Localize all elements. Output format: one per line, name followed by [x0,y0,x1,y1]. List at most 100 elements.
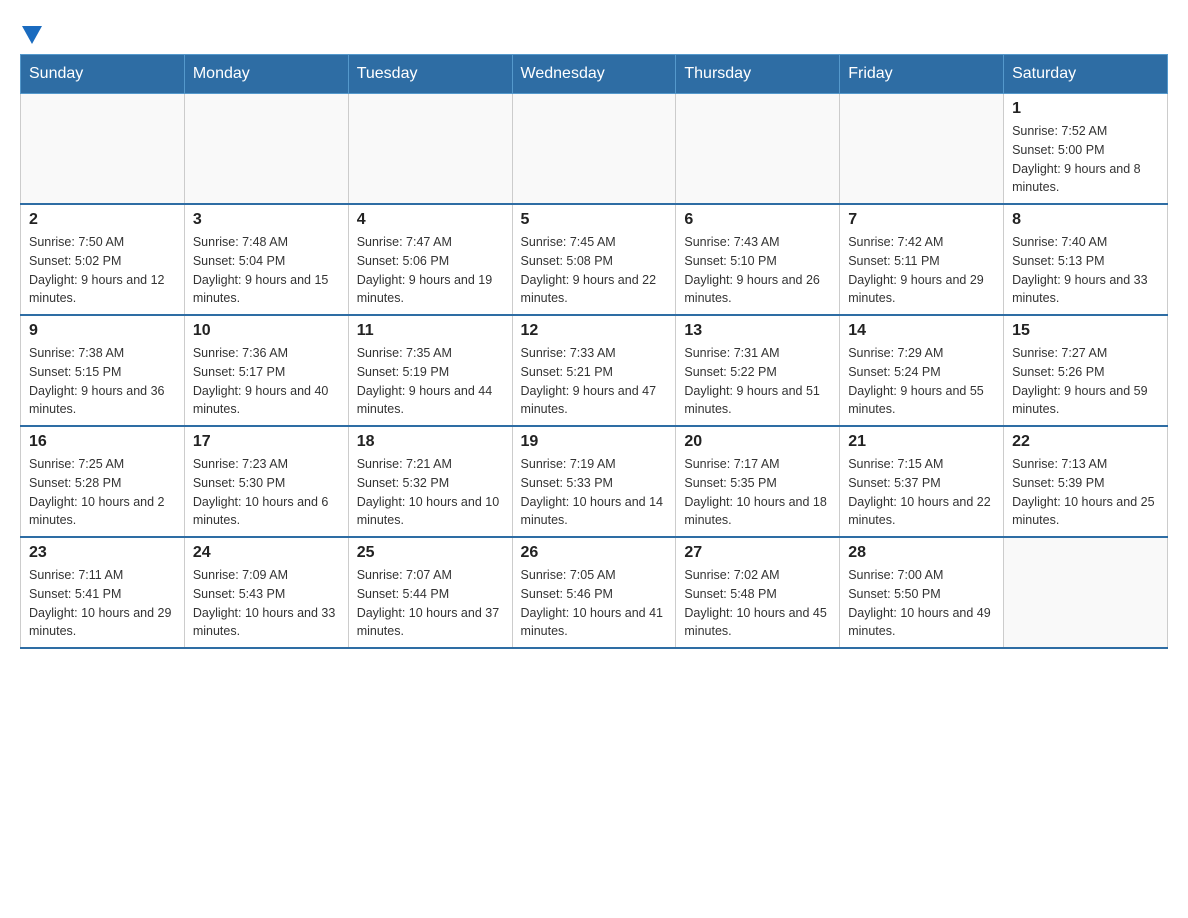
day-number: 23 [29,544,176,562]
day-number: 15 [1012,322,1159,340]
day-number: 11 [357,322,504,340]
days-of-week-row: SundayMondayTuesdayWednesdayThursdayFrid… [21,55,1168,94]
day-info: Sunrise: 7:13 AMSunset: 5:39 PMDaylight:… [1012,455,1159,530]
day-of-week-tuesday: Tuesday [348,55,512,94]
day-info: Sunrise: 7:48 AMSunset: 5:04 PMDaylight:… [193,233,340,308]
day-of-week-saturday: Saturday [1004,55,1168,94]
day-info: Sunrise: 7:07 AMSunset: 5:44 PMDaylight:… [357,566,504,641]
calendar-cell: 24 Sunrise: 7:09 AMSunset: 5:43 PMDayligh… [184,537,348,648]
calendar-cell: 25 Sunrise: 7:07 AMSunset: 5:44 PMDayligh… [348,537,512,648]
day-number: 27 [684,544,831,562]
calendar-cell: 7 Sunrise: 7:42 AMSunset: 5:11 PMDaylight… [840,204,1004,315]
calendar-cell: 6 Sunrise: 7:43 AMSunset: 5:10 PMDaylight… [676,204,840,315]
day-info: Sunrise: 7:17 AMSunset: 5:35 PMDaylight:… [684,455,831,530]
calendar-cell: 26 Sunrise: 7:05 AMSunset: 5:46 PMDayligh… [512,537,676,648]
calendar-cell: 8 Sunrise: 7:40 AMSunset: 5:13 PMDaylight… [1004,204,1168,315]
calendar-cell: 18Sunrise: 7:21 AMSunset: 5:32 PMDayligh… [348,426,512,537]
day-number: 10 [193,322,340,340]
calendar-cell: 1 Sunrise: 7:52 AMSunset: 5:00 PMDaylight… [1004,94,1168,205]
day-number: 4 [357,211,504,229]
day-of-week-friday: Friday [840,55,1004,94]
day-info: Sunrise: 7:42 AMSunset: 5:11 PMDaylight:… [848,233,995,308]
day-of-week-sunday: Sunday [21,55,185,94]
calendar-week-2: 2 Sunrise: 7:50 AMSunset: 5:02 PMDaylight… [21,204,1168,315]
day-of-week-wednesday: Wednesday [512,55,676,94]
calendar-cell [676,94,840,205]
day-number: 18 [357,433,504,451]
calendar-cell: 20 Sunrise: 7:17 AMSunset: 5:35 PMDayligh… [676,426,840,537]
calendar-cell [21,94,185,205]
calendar-week-3: 9 Sunrise: 7:38 AMSunset: 5:15 PMDaylight… [21,315,1168,426]
day-info: Sunrise: 7:35 AMSunset: 5:19 PMDaylight:… [357,344,504,419]
day-number: 13 [684,322,831,340]
day-number: 28 [848,544,995,562]
calendar-body: 1 Sunrise: 7:52 AMSunset: 5:00 PMDaylight… [21,94,1168,649]
day-info: Sunrise: 7:11 AMSunset: 5:41 PMDaylight:… [29,566,176,641]
calendar-cell [348,94,512,205]
day-number: 5 [521,211,668,229]
calendar-week-5: 23 Sunrise: 7:11 AMSunset: 5:41 PMDayligh… [21,537,1168,648]
day-number: 12 [521,322,668,340]
day-number: 2 [29,211,176,229]
page-header [20,20,1168,44]
calendar-cell: 11 Sunrise: 7:35 AMSunset: 5:19 PMDayligh… [348,315,512,426]
day-number: 14 [848,322,995,340]
calendar-table: SundayMondayTuesdayWednesdayThursdayFrid… [20,54,1168,649]
day-of-week-monday: Monday [184,55,348,94]
day-number: 16 [29,433,176,451]
day-number: 25 [357,544,504,562]
day-info: Sunrise: 7:50 AMSunset: 5:02 PMDaylight:… [29,233,176,308]
calendar-cell [840,94,1004,205]
day-info: Sunrise: 7:40 AMSunset: 5:13 PMDaylight:… [1012,233,1159,308]
day-info: Sunrise: 7:19 AMSunset: 5:33 PMDaylight:… [521,455,668,530]
day-info: Sunrise: 7:43 AMSunset: 5:10 PMDaylight:… [684,233,831,308]
day-number: 7 [848,211,995,229]
day-info: Sunrise: 7:02 AMSunset: 5:48 PMDaylight:… [684,566,831,641]
day-number: 21 [848,433,995,451]
day-number: 8 [1012,211,1159,229]
calendar-header: SundayMondayTuesdayWednesdayThursdayFrid… [21,55,1168,94]
day-number: 17 [193,433,340,451]
day-number: 6 [684,211,831,229]
day-info: Sunrise: 7:05 AMSunset: 5:46 PMDaylight:… [521,566,668,641]
calendar-cell: 3 Sunrise: 7:48 AMSunset: 5:04 PMDaylight… [184,204,348,315]
day-info: Sunrise: 7:09 AMSunset: 5:43 PMDaylight:… [193,566,340,641]
day-info: Sunrise: 7:31 AMSunset: 5:22 PMDaylight:… [684,344,831,419]
day-info: Sunrise: 7:00 AMSunset: 5:50 PMDaylight:… [848,566,995,641]
day-info: Sunrise: 7:25 AMSunset: 5:28 PMDaylight:… [29,455,176,530]
day-info: Sunrise: 7:29 AMSunset: 5:24 PMDaylight:… [848,344,995,419]
calendar-week-1: 1 Sunrise: 7:52 AMSunset: 5:00 PMDaylight… [21,94,1168,205]
day-number: 20 [684,433,831,451]
day-info: Sunrise: 7:36 AMSunset: 5:17 PMDaylight:… [193,344,340,419]
calendar-cell: 14 Sunrise: 7:29 AMSunset: 5:24 PMDayligh… [840,315,1004,426]
day-number: 9 [29,322,176,340]
day-number: 24 [193,544,340,562]
day-info: Sunrise: 7:52 AMSunset: 5:00 PMDaylight:… [1012,122,1159,197]
day-info: Sunrise: 7:38 AMSunset: 5:15 PMDaylight:… [29,344,176,419]
calendar-cell: 4Sunrise: 7:47 AMSunset: 5:06 PMDaylight… [348,204,512,315]
logo [20,20,44,44]
calendar-cell: 2 Sunrise: 7:50 AMSunset: 5:02 PMDaylight… [21,204,185,315]
calendar-cell: 9 Sunrise: 7:38 AMSunset: 5:15 PMDaylight… [21,315,185,426]
calendar-cell: 21 Sunrise: 7:15 AMSunset: 5:37 PMDayligh… [840,426,1004,537]
calendar-cell: 5 Sunrise: 7:45 AMSunset: 5:08 PMDaylight… [512,204,676,315]
logo-triangle-icon [22,26,42,44]
day-number: 1 [1012,100,1159,118]
calendar-cell: 12 Sunrise: 7:33 AMSunset: 5:21 PMDayligh… [512,315,676,426]
day-info: Sunrise: 7:33 AMSunset: 5:21 PMDaylight:… [521,344,668,419]
calendar-cell: 15Sunrise: 7:27 AMSunset: 5:26 PMDayligh… [1004,315,1168,426]
calendar-cell: 19 Sunrise: 7:19 AMSunset: 5:33 PMDayligh… [512,426,676,537]
day-of-week-thursday: Thursday [676,55,840,94]
calendar-cell: 13 Sunrise: 7:31 AMSunset: 5:22 PMDayligh… [676,315,840,426]
day-info: Sunrise: 7:15 AMSunset: 5:37 PMDaylight:… [848,455,995,530]
calendar-week-4: 16 Sunrise: 7:25 AMSunset: 5:28 PMDayligh… [21,426,1168,537]
day-info: Sunrise: 7:45 AMSunset: 5:08 PMDaylight:… [521,233,668,308]
calendar-cell: 27 Sunrise: 7:02 AMSunset: 5:48 PMDayligh… [676,537,840,648]
day-info: Sunrise: 7:23 AMSunset: 5:30 PMDaylight:… [193,455,340,530]
calendar-cell: 28 Sunrise: 7:00 AMSunset: 5:50 PMDayligh… [840,537,1004,648]
day-number: 26 [521,544,668,562]
calendar-cell: 23 Sunrise: 7:11 AMSunset: 5:41 PMDayligh… [21,537,185,648]
day-number: 3 [193,211,340,229]
day-number: 19 [521,433,668,451]
calendar-cell: 22Sunrise: 7:13 AMSunset: 5:39 PMDayligh… [1004,426,1168,537]
